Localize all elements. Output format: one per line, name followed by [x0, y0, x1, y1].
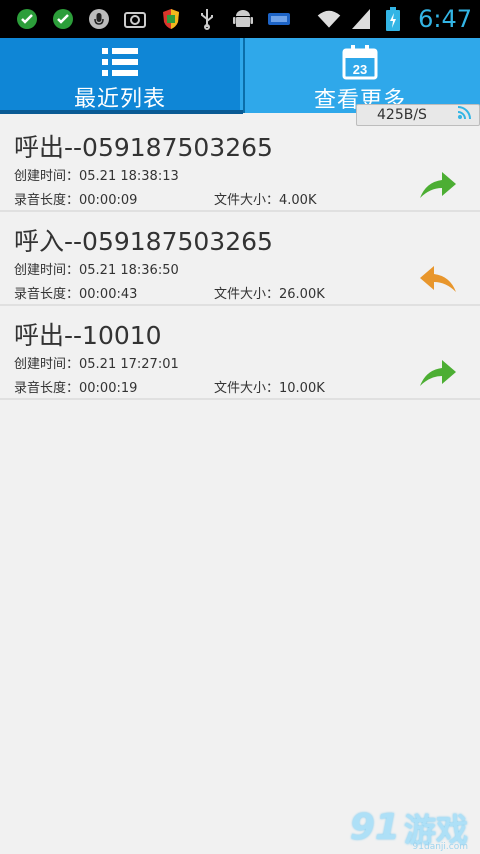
camera-icon: [122, 6, 148, 32]
battery-icon: [380, 6, 406, 32]
record-list: 呼出--059187503265 创建时间：05.21 18:38:13 录音长…: [0, 118, 480, 400]
android-icon: [230, 6, 256, 32]
list-icon: [100, 44, 140, 79]
record-file-size: 文件大小：26.00K: [214, 287, 325, 302]
incoming-call-arrow-icon[interactable]: [418, 262, 458, 296]
record-created-time: 创建时间：05.21 17:27:01: [14, 357, 179, 372]
tab-view-more[interactable]: 23 查看更多: [240, 38, 480, 113]
battery-bar-icon: [266, 6, 292, 32]
tab-bar: 最近列表 23 查看更多: [0, 38, 480, 113]
record-duration: 录音长度：00:00:43: [14, 287, 138, 302]
outgoing-call-arrow-icon[interactable]: [418, 356, 458, 390]
record-title: 呼出--10010: [14, 321, 162, 350]
calendar-icon: 23: [342, 44, 378, 80]
wifi-icon: [316, 6, 342, 32]
list-item[interactable]: 呼出--059187503265 创建时间：05.21 18:38:13 录音长…: [0, 118, 480, 212]
watermark-url: 91danji.com: [412, 842, 468, 852]
record-title: 呼入--059187503265: [14, 227, 273, 256]
record-duration: 录音长度：00:00:19: [14, 381, 138, 396]
check-circle-icon: [50, 6, 76, 32]
record-file-size: 文件大小：4.00K: [214, 193, 317, 208]
record-file-size: 文件大小：10.00K: [214, 381, 325, 396]
status-bar: 6:47: [0, 0, 480, 38]
signal-icon: [348, 6, 374, 32]
record-created-time: 创建时间：05.21 18:38:13: [14, 169, 179, 184]
shield-icon: [158, 6, 184, 32]
record-created-time: 创建时间：05.21 18:36:50: [14, 263, 179, 278]
status-time: 6:47: [418, 5, 472, 33]
active-tab-indicator: [0, 110, 243, 114]
check-circle-icon: [14, 6, 40, 32]
outgoing-call-arrow-icon[interactable]: [418, 168, 458, 202]
record-duration: 录音长度：00:00:09: [14, 193, 138, 208]
usb-icon: [194, 6, 220, 32]
tab-recent-list[interactable]: 最近列表: [0, 38, 240, 113]
watermark-logo: 91 游戏 91danji.com: [349, 807, 468, 853]
calendar-day: 23: [353, 62, 367, 77]
watermark-brand: 91: [349, 807, 400, 848]
list-item[interactable]: 呼入--059187503265 创建时间：05.21 18:36:50 录音长…: [0, 212, 480, 306]
microphone-icon: [86, 6, 112, 32]
record-title: 呼出--059187503265: [14, 133, 273, 162]
tab-label: 最近列表: [73, 87, 166, 112]
list-item[interactable]: 呼出--10010 创建时间：05.21 17:27:01 录音长度：00:00…: [0, 306, 480, 400]
tab-divider: [243, 38, 245, 113]
